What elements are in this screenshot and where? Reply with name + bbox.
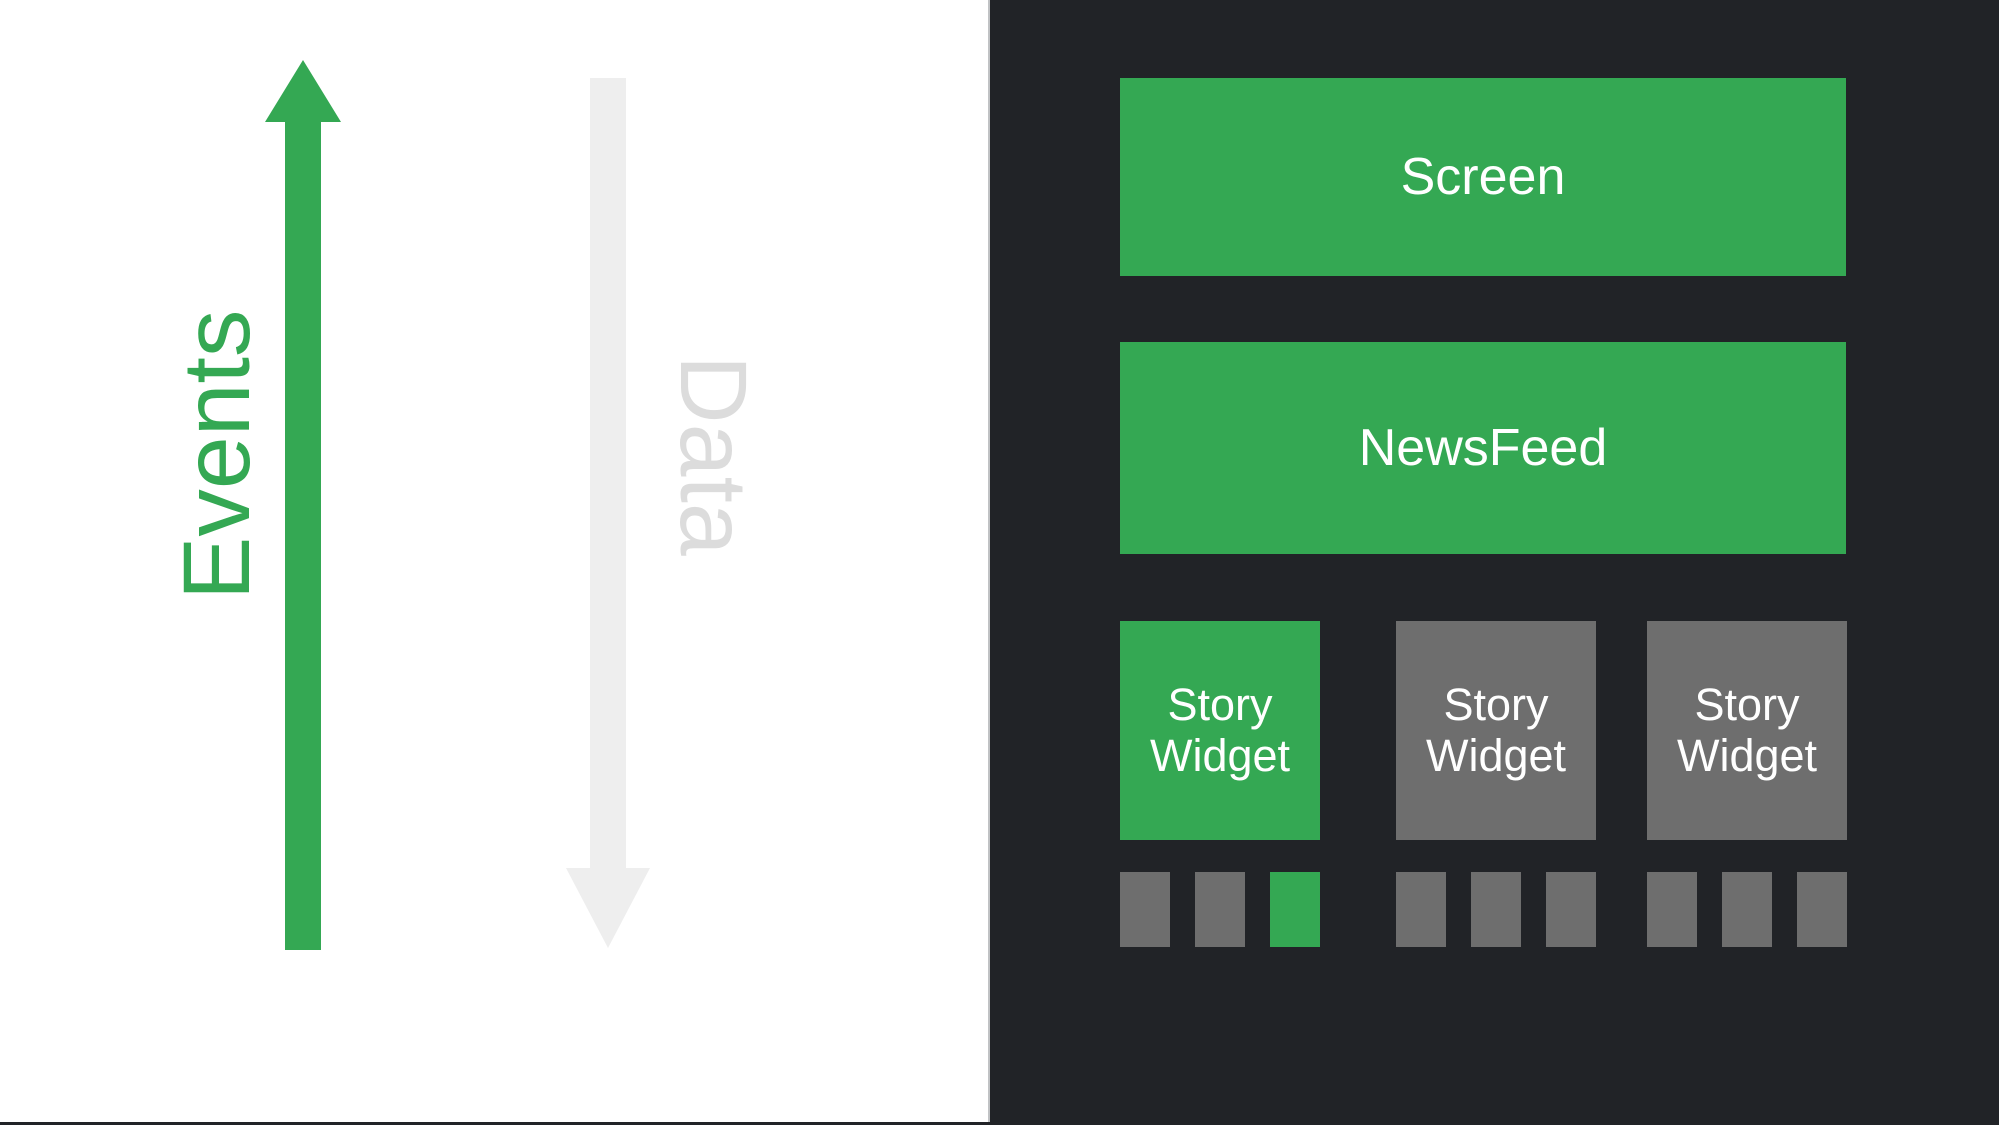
story-widget-node[interactable]: Story Widget (1647, 621, 1847, 840)
story-widget-row: Story Widget Story Widget Story Widget (1120, 621, 1847, 840)
screen-node[interactable]: Screen (1120, 78, 1846, 276)
flow-legend-pane: Events Data (0, 0, 990, 1125)
leaf-chip[interactable] (1546, 872, 1596, 947)
leaf-chip[interactable] (1396, 872, 1446, 947)
leaf-chip[interactable] (1722, 872, 1772, 947)
leaf-chip[interactable] (1647, 872, 1697, 947)
events-arrow-icon (265, 60, 341, 950)
leaf-chip[interactable] (1270, 872, 1320, 947)
pane-divider (988, 0, 990, 1125)
newsfeed-node[interactable]: NewsFeed (1120, 342, 1846, 554)
story-widget-label: Story Widget (1149, 679, 1291, 781)
leaf-chip[interactable] (1195, 872, 1245, 947)
widget-tree-pane: Screen NewsFeed Story Widget Story Widge… (990, 0, 1999, 1125)
diagram-canvas: Events Data Screen NewsFeed Story Widget… (0, 0, 1999, 1125)
story-widget-label: Story Widget (1676, 679, 1818, 781)
story-widget-label: Story Widget (1425, 679, 1567, 781)
data-arrow-icon (566, 78, 650, 948)
story-widget-node[interactable]: Story Widget (1396, 621, 1596, 840)
data-flow-label: Data (660, 355, 766, 556)
leaf-chip[interactable] (1471, 872, 1521, 947)
leaf-chip-row (1120, 872, 1847, 947)
story-widget-node[interactable]: Story Widget (1120, 621, 1320, 840)
leaf-chip[interactable] (1797, 872, 1847, 947)
leaf-chip[interactable] (1120, 872, 1170, 947)
events-flow-label: Events (164, 309, 270, 600)
